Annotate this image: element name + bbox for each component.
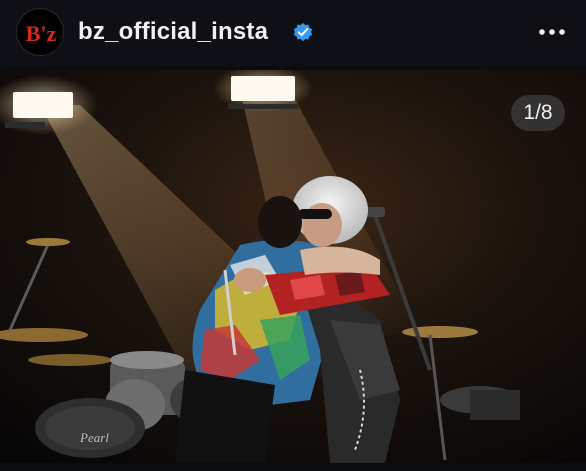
avatar[interactable]: B'z (16, 8, 64, 56)
post-header: B'z bz_official_insta (0, 0, 586, 66)
drum-brand-text: Pearl (79, 430, 109, 445)
image-counter-badge: 1/8 (511, 95, 565, 131)
more-options-icon[interactable] (537, 21, 567, 43)
username-link[interactable]: bz_official_insta (78, 18, 268, 46)
bz-logo-icon: B'z (19, 11, 63, 55)
avatar-logo-text: B'z (26, 21, 57, 46)
verified-badge-icon (293, 23, 313, 42)
carousel-footer (0, 463, 586, 471)
concert-photo-image: Pearl (0, 70, 586, 463)
post-photo[interactable]: Pearl (0, 70, 586, 463)
